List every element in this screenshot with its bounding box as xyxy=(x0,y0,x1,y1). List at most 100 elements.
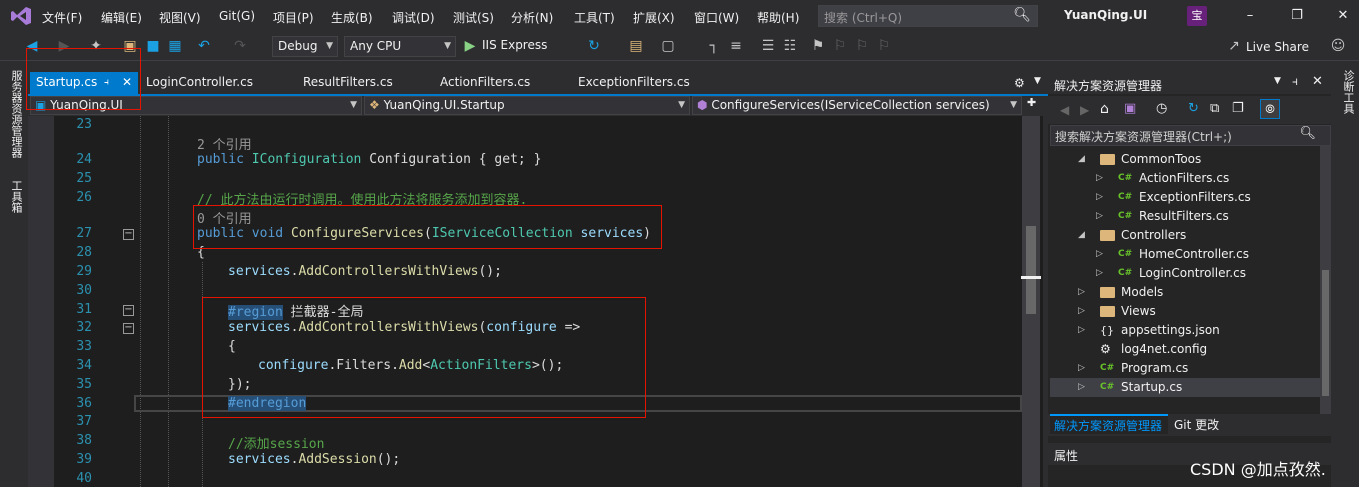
collapsed-chevron-icon[interactable]: ▷ xyxy=(1096,264,1103,283)
search-input[interactable]: 搜索 (Ctrl+Q) 🔍︎ xyxy=(818,5,1038,27)
collapsed-chevron-icon[interactable]: ▷ xyxy=(1078,283,1085,302)
menu-build[interactable]: 生成(B) xyxy=(331,9,373,26)
collapsed-chevron-icon[interactable]: ▷ xyxy=(1096,245,1103,264)
collapsed-chevron-icon[interactable]: ▷ xyxy=(1096,207,1103,226)
solution-explorer-search[interactable]: 搜索解决方案资源管理器(Ctrl+;) 🔍︎ xyxy=(1050,125,1331,146)
pin-icon[interactable]: ⫞ xyxy=(1292,74,1298,89)
collapsed-chevron-icon[interactable]: ▷ xyxy=(1096,169,1103,188)
menu-extensions[interactable]: 扩展(X) xyxy=(633,9,675,26)
undo-icon[interactable]: ↶ xyxy=(196,38,212,54)
tab-logincontroller-cs[interactable]: LoginController.cs xyxy=(140,72,253,94)
expanded-chevron-icon[interactable]: ◢ xyxy=(1078,150,1085,169)
tree-item-log4net-config[interactable]: ⚙ log4net.config xyxy=(1050,340,1320,359)
menu-help[interactable]: 帮助(H) xyxy=(757,9,799,26)
redo-icon[interactable]: ↷ xyxy=(232,38,248,54)
method-name: AddControllersWithViews xyxy=(298,264,479,279)
identifier: services xyxy=(228,264,291,279)
pending-changes-icon[interactable]: ◷ xyxy=(1156,101,1167,116)
tree-item-models[interactable]: ▷ Models xyxy=(1050,283,1320,302)
tree-item-program[interactable]: ▷ C# Program.cs xyxy=(1050,359,1320,378)
step-icon[interactable]: ┐ xyxy=(706,38,722,54)
tab-overflow-chevron-icon[interactable]: ▼ xyxy=(1034,76,1041,86)
back-icon[interactable]: ◀ xyxy=(1060,103,1069,117)
switch-views-icon[interactable]: ▣ xyxy=(1124,101,1136,116)
collapsed-chevron-icon[interactable]: ▷ xyxy=(1078,321,1085,340)
menu-debug[interactable]: 调试(D) xyxy=(392,9,435,26)
tab-resultfilters-cs[interactable]: ResultFilters.cs xyxy=(297,72,393,94)
browser-icon[interactable]: ▢ xyxy=(660,38,676,54)
type-dropdown[interactable]: ❖ YuanQing.UI.Startup ▼ xyxy=(364,96,690,115)
collapsed-chevron-icon[interactable]: ▷ xyxy=(1078,359,1085,378)
fold-toggle[interactable]: − xyxy=(123,229,134,240)
tree-item-views[interactable]: ▷ Views xyxy=(1050,302,1320,321)
minimize-button[interactable]: – xyxy=(1235,5,1265,27)
window-options-chevron-icon[interactable]: ▼ xyxy=(1274,76,1281,86)
menu-window[interactable]: 窗口(W) xyxy=(694,9,739,26)
run-target-button[interactable]: IIS Express xyxy=(482,38,547,52)
fold-toggle[interactable]: − xyxy=(123,323,134,334)
preview-selected-icon[interactable]: ⦾ xyxy=(1260,99,1280,119)
glyph-margin[interactable] xyxy=(28,116,54,487)
member-dropdown[interactable]: ⬢ ConfigureServices(IServiceCollection s… xyxy=(692,96,1022,115)
home-icon[interactable]: ⌂ xyxy=(1100,101,1109,117)
menu-tools[interactable]: 工具(T) xyxy=(574,9,615,26)
tab-exceptionfilters-cs[interactable]: ExceptionFilters.cs xyxy=(572,72,690,94)
feedback-icon[interactable]: ☺ xyxy=(1330,38,1346,54)
refresh-icon[interactable]: ↻ xyxy=(586,38,602,54)
live-share-button[interactable]: Live Share xyxy=(1246,40,1309,54)
code-lens-references[interactable]: 2 个引用 xyxy=(197,134,252,153)
next-bookmark-icon[interactable]: ⚐ xyxy=(854,38,870,54)
tree-item-homecontroller[interactable]: ▷ C# HomeController.cs xyxy=(1050,245,1320,264)
tree-item-actionfilters[interactable]: ▷ C# ActionFilters.cs xyxy=(1050,169,1320,188)
bookmark-icon[interactable]: ⚑ xyxy=(810,38,826,54)
breakpoint-list-icon[interactable]: ≡ xyxy=(728,38,744,54)
tab-git-changes[interactable]: Git 更改 xyxy=(1174,416,1219,433)
save-all-icon[interactable]: ▦ xyxy=(167,38,183,54)
tree-item-startup[interactable]: ▷ C# Startup.cs xyxy=(1050,378,1320,397)
find-in-files-icon[interactable]: ▤ xyxy=(628,38,644,54)
menu-git[interactable]: Git(G) xyxy=(219,9,255,23)
menu-analyze[interactable]: 分析(N) xyxy=(511,9,553,26)
play-icon[interactable]: ▶ xyxy=(462,38,478,54)
collapsed-chevron-icon[interactable]: ▷ xyxy=(1078,378,1085,397)
sync-icon[interactable]: ↻ xyxy=(1188,101,1199,116)
tree-item-appsettings[interactable]: ▷ {} appsettings.json xyxy=(1050,321,1320,340)
menu-view[interactable]: 视图(V) xyxy=(159,9,201,26)
comment-icon[interactable]: ☰ xyxy=(760,38,776,54)
prev-bookmark-icon[interactable]: ⚐ xyxy=(832,38,848,54)
gear-icon[interactable]: ⚙ xyxy=(1014,76,1025,90)
menu-test[interactable]: 测试(S) xyxy=(453,9,494,26)
split-editor-icon[interactable]: ✚ xyxy=(1027,96,1036,109)
collapsed-chevron-icon[interactable]: ▷ xyxy=(1078,302,1085,321)
tree-item-resultfilters[interactable]: ▷ C# ResultFilters.cs xyxy=(1050,207,1320,226)
forward-icon[interactable]: ▶ xyxy=(1080,103,1089,117)
editor-scrollbar-thumb[interactable] xyxy=(1026,226,1036,314)
clear-bookmarks-icon[interactable]: ⚐ xyxy=(876,38,892,54)
menu-edit[interactable]: 编辑(E) xyxy=(101,9,142,26)
menu-file[interactable]: 文件(F) xyxy=(42,9,82,26)
collapsed-chevron-icon[interactable]: ▷ xyxy=(1096,188,1103,207)
tab-solution-explorer[interactable]: 解决方案资源管理器 xyxy=(1050,414,1168,434)
solution-platform-select[interactable]: Any CPU ▼ xyxy=(344,36,456,57)
expanded-chevron-icon[interactable]: ◢ xyxy=(1078,226,1085,245)
uncomment-icon[interactable]: ☷ xyxy=(782,38,798,54)
menu-project[interactable]: 项目(P) xyxy=(273,9,314,26)
fold-toggle[interactable]: − xyxy=(123,305,134,316)
server-explorer-tab[interactable]: 服务器资源管理器 xyxy=(8,70,24,158)
show-all-files-icon[interactable]: ❐ xyxy=(1232,101,1244,116)
tree-item-controllers[interactable]: ◢ Controllers xyxy=(1050,226,1320,245)
restore-button[interactable]: ❐ xyxy=(1282,5,1312,27)
tree-item-exceptionfilters[interactable]: ▷ C# ExceptionFilters.cs xyxy=(1050,188,1320,207)
solution-configuration-select[interactable]: Debug ▼ xyxy=(272,36,338,57)
solution-explorer-scrollbar-thumb[interactable] xyxy=(1322,270,1329,396)
tab-actionfilters-cs[interactable]: ActionFilters.cs xyxy=(434,72,530,94)
tree-item-commontoos[interactable]: ◢ CommonToos xyxy=(1050,150,1320,169)
collapse-all-icon[interactable]: ⧉ xyxy=(1210,101,1219,116)
toolbox-tab[interactable]: 工具箱 xyxy=(8,180,24,213)
diagnostics-tab[interactable]: 诊断工具 xyxy=(1340,70,1356,114)
tree-item-logincontroller[interactable]: ▷ C# LoginController.cs xyxy=(1050,264,1320,283)
close-icon[interactable]: ✕ xyxy=(1312,74,1323,89)
user-avatar[interactable]: 宝 xyxy=(1187,6,1207,26)
save-icon[interactable]: ■ xyxy=(145,38,161,54)
close-window-button[interactable]: ✕ xyxy=(1328,5,1358,27)
